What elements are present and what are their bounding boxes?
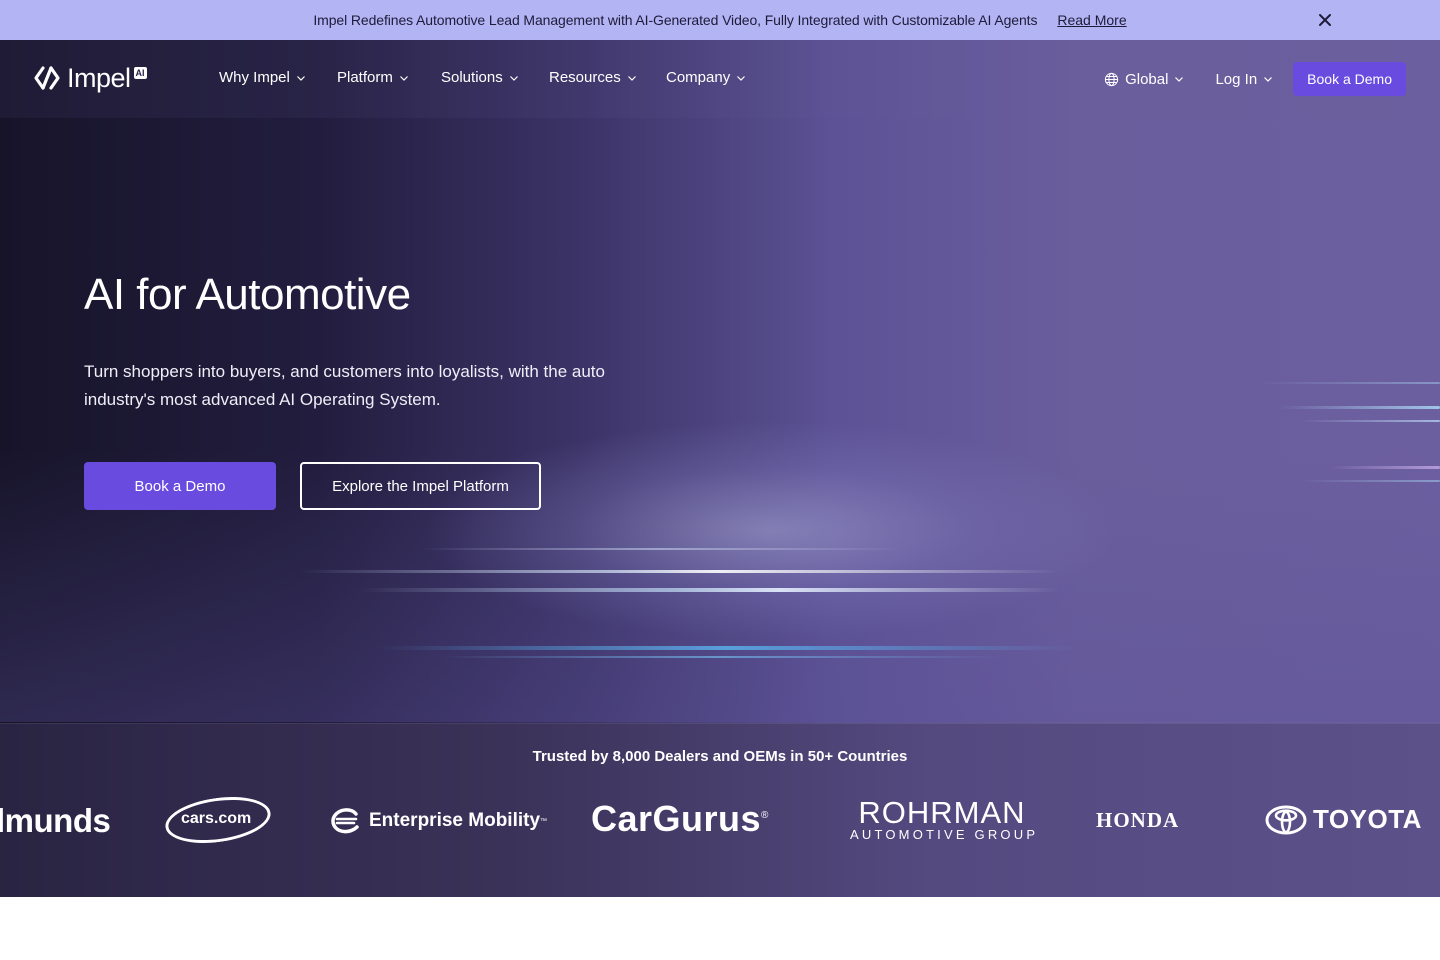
chevron-down-icon [399, 75, 408, 81]
customer-logos: lmunds cars.com Enterprise Mobility ™ Ca… [0, 790, 1440, 854]
enterprise-text: Enterprise Mobility [369, 810, 541, 831]
honda-logo: HONDA [1096, 808, 1180, 832]
toyota-logo: TOYOTA [1265, 804, 1422, 835]
announcement-bar: Impel Redefines Automotive Lead Manageme… [0, 0, 1440, 40]
region-label: Global [1125, 70, 1169, 88]
light-streak [1300, 480, 1440, 482]
menu-label: Why Impel [219, 69, 290, 86]
trusted-title: Trusted by 8,000 Dealers and OEMs in 50+… [532, 748, 908, 765]
menu-label: Company [666, 69, 731, 86]
nav-actions: Global Log In Book a Demo [1104, 62, 1406, 96]
read-more-link[interactable]: Read More [1057, 12, 1126, 28]
cargurus-reg: ® [761, 810, 769, 821]
chevron-down-icon [1175, 77, 1184, 82]
menu-label: Resources [549, 69, 621, 86]
cargurus-text: CarGurus [591, 798, 762, 839]
trusted-by-section: Trusted by 8,000 Dealers and OEMs in 50+… [0, 723, 1440, 897]
menu-company[interactable]: Company [666, 69, 766, 86]
menu-platform[interactable]: Platform [337, 69, 441, 86]
logo-wordmark: Impel [67, 63, 131, 93]
hero-subtitle: Turn shoppers into buyers, and customers… [84, 362, 605, 409]
enterprise-tm: ™ [540, 817, 548, 825]
edmunds-logo: lmunds [0, 802, 111, 839]
cars-text: cars.com [181, 810, 252, 827]
chevron-down-icon [737, 75, 746, 81]
enterprise-mobility-logo: Enterprise Mobility ™ [330, 808, 547, 834]
cars-com-logo: cars.com [162, 790, 274, 850]
light-streak [1280, 406, 1440, 409]
chevron-down-icon [1264, 77, 1273, 82]
menu-label: Platform [337, 69, 393, 86]
menu-label: Solutions [441, 69, 503, 86]
light-streak [1260, 382, 1440, 384]
logo-ai-badge: AI [133, 67, 147, 79]
nav-book-demo-button[interactable]: Book a Demo [1293, 62, 1406, 96]
menu-why-impel[interactable]: Why Impel [219, 69, 337, 86]
rohrman-subtitle: AUTOMOTIVE GROUP [850, 827, 1039, 842]
rohrman-logo: ROHRMAN AUTOMOTIVE GROUP [850, 795, 1039, 842]
hero-title: AI for Automotive [84, 270, 411, 319]
light-streak [300, 570, 1060, 573]
impel-logo[interactable]: Impel AI [34, 64, 147, 92]
light-streak [1300, 420, 1440, 422]
main-nav: Impel AI Why Impel Platform Solutions Re… [0, 40, 1440, 118]
light-streak [360, 588, 1060, 592]
page-content-area [0, 897, 1440, 960]
chevron-down-icon [627, 75, 636, 81]
chevron-down-icon [296, 75, 305, 81]
cargurus-logo: CarGurus® [591, 798, 769, 840]
rohrman-name: ROHRMAN [858, 795, 1026, 830]
menu-solutions[interactable]: Solutions [441, 69, 549, 86]
close-icon[interactable] [1316, 11, 1334, 29]
primary-menu: Why Impel Platform Solutions Resources C… [219, 69, 766, 86]
light-streak [1330, 466, 1440, 469]
login-menu[interactable]: Log In [1215, 71, 1273, 88]
impel-logo-icon [34, 66, 60, 90]
book-demo-button[interactable]: Book a Demo [84, 462, 276, 510]
explore-platform-button[interactable]: Explore the Impel Platform [300, 462, 541, 510]
globe-icon [1104, 72, 1119, 86]
toyota-text: TOYOTA [1313, 804, 1422, 834]
chevron-down-icon [509, 75, 518, 81]
announcement-text: Impel Redefines Automotive Lead Manageme… [313, 12, 1038, 28]
hero-glow [420, 420, 1120, 640]
login-label: Log In [1215, 70, 1258, 88]
light-streak [420, 548, 900, 550]
enterprise-e-icon [331, 808, 359, 834]
menu-resources[interactable]: Resources [549, 69, 666, 86]
light-streak [380, 646, 1080, 650]
region-selector[interactable]: Global [1104, 71, 1184, 88]
toyota-emblem-icon [1265, 805, 1307, 834]
light-streak [440, 656, 1000, 658]
